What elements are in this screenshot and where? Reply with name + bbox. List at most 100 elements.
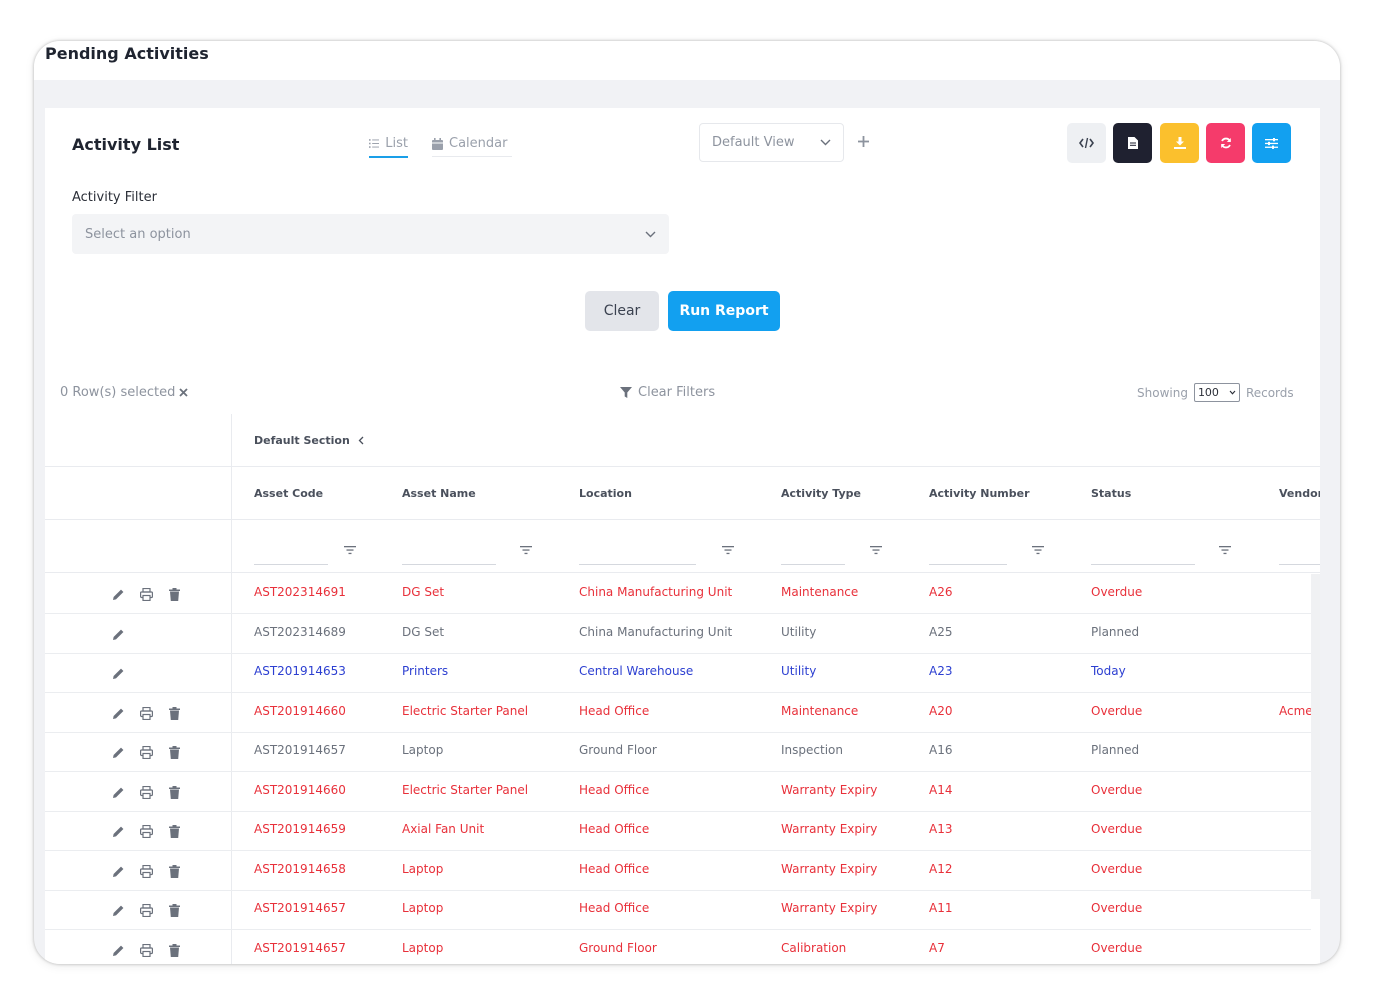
- column-filter-input[interactable]: [579, 564, 696, 565]
- table-row[interactable]: AST202314691 DG Set China Manufacturing Un…: [45, 573, 1311, 614]
- column-header-asset-code[interactable]: Asset Code: [254, 487, 323, 500]
- run-report-button[interactable]: Run Report: [668, 291, 780, 331]
- export-pdf-button[interactable]: [1113, 123, 1152, 163]
- row-divider: [45, 519, 1320, 520]
- delete-icon[interactable]: [169, 744, 182, 759]
- cell-activity-type: Warranty Expiry: [781, 782, 878, 797]
- refresh-button[interactable]: [1206, 123, 1245, 163]
- column-header-vendor[interactable]: Vendor I: [1279, 487, 1320, 500]
- filter-menu-icon[interactable]: [344, 540, 356, 555]
- edit-icon[interactable]: [112, 823, 125, 837]
- add-view-button[interactable]: [853, 130, 873, 154]
- column-header-status[interactable]: Status: [1091, 487, 1131, 500]
- edit-icon[interactable]: [112, 586, 125, 600]
- table-scrollbar[interactable]: [1311, 574, 1320, 899]
- activity-list-card: Activity List List Calendar Default View: [45, 108, 1320, 964]
- table-row[interactable]: AST201914657 Laptop Ground Floor Inspection…: [45, 731, 1311, 772]
- view-select[interactable]: Default View: [699, 123, 844, 162]
- column-filter-input[interactable]: [402, 564, 496, 565]
- print-icon[interactable]: [140, 705, 154, 720]
- edit-icon[interactable]: [112, 705, 125, 719]
- cell-asset-code: AST202314691: [254, 585, 346, 599]
- delete-icon[interactable]: [169, 863, 182, 878]
- document-icon: [1127, 137, 1138, 149]
- edit-icon[interactable]: [112, 744, 125, 758]
- cell-asset-code: AST201914660: [254, 703, 346, 718]
- column-filter-input[interactable]: [1279, 564, 1320, 565]
- column-filter-input[interactable]: [929, 564, 1007, 565]
- cell-location: Head Office: [579, 901, 650, 915]
- table-row[interactable]: AST201914660 Electric Starter Panel Head O…: [45, 771, 1311, 812]
- table-row[interactable]: AST201914653 Printers Central Warehouse Uti…: [45, 652, 1311, 693]
- cell-location: Ground Floor: [579, 743, 657, 757]
- column-header-activity-type[interactable]: Activity Type: [781, 487, 861, 500]
- delete-icon[interactable]: [169, 705, 182, 720]
- cell-location: China Manufacturing Unit: [579, 624, 733, 639]
- table-row[interactable]: AST201914657 Laptop Ground Floor Calibratio…: [45, 929, 1311, 965]
- delete-icon[interactable]: [169, 784, 182, 799]
- print-icon[interactable]: [140, 823, 154, 839]
- cell-asset-name: Axial Fan Unit: [402, 822, 485, 836]
- delete-icon[interactable]: [169, 823, 182, 838]
- edit-icon[interactable]: [112, 784, 125, 798]
- tab-list[interactable]: List: [369, 131, 408, 158]
- print-icon[interactable]: [140, 784, 154, 799]
- table-row[interactable]: AST202314689 DG Set China Manufacturing Un…: [45, 613, 1311, 654]
- table-row[interactable]: AST201914658 Laptop Head Office Warranty Ex…: [45, 850, 1311, 891]
- records-label: Records: [1245, 385, 1294, 400]
- filter-menu-icon[interactable]: [520, 540, 532, 555]
- cell-asset-name: Laptop: [402, 743, 444, 757]
- table-row[interactable]: AST201914657 Laptop Head Office Warranty Ex…: [45, 889, 1311, 930]
- print-icon[interactable]: [140, 902, 154, 918]
- cell-activity-type: Maintenance: [781, 585, 859, 599]
- column-filter-input[interactable]: [254, 564, 328, 565]
- cell-activity-number: A13: [929, 822, 953, 836]
- tab-calendar[interactable]: Calendar: [432, 131, 512, 157]
- cell-asset-code: AST201914659: [254, 822, 346, 836]
- column-header-activity-number[interactable]: Activity Number: [929, 487, 1030, 500]
- filter-menu-icon[interactable]: [722, 540, 734, 555]
- page-size-select[interactable]: 100: [1193, 383, 1240, 402]
- clear-button[interactable]: Clear: [585, 291, 659, 331]
- embed-code-button[interactable]: [1067, 123, 1106, 163]
- column-header-asset-name[interactable]: Asset Name: [402, 487, 476, 500]
- download-button[interactable]: [1160, 123, 1199, 163]
- cell-asset-name: Printers: [402, 664, 449, 678]
- delete-icon[interactable]: [169, 902, 182, 917]
- filter-menu-icon[interactable]: [870, 540, 882, 555]
- column-header-location[interactable]: Location: [579, 487, 632, 500]
- edit-icon[interactable]: [112, 902, 125, 916]
- delete-icon[interactable]: [169, 942, 182, 957]
- column-filter-input[interactable]: [781, 564, 845, 565]
- edit-icon[interactable]: [112, 863, 125, 877]
- cell-asset-code: AST201914657: [254, 901, 346, 915]
- edit-icon[interactable]: [112, 942, 125, 956]
- edit-icon[interactable]: [112, 626, 125, 640]
- column-filter-input[interactable]: [1091, 564, 1195, 565]
- edit-icon[interactable]: [112, 665, 125, 679]
- cell-activity-number: A20: [929, 703, 953, 718]
- page-title: Pending Activities: [45, 44, 209, 63]
- section-label: Default Section: [254, 434, 350, 447]
- cell-asset-name: Electric Starter Panel: [402, 703, 529, 718]
- cell-asset-code: AST201914658: [254, 861, 346, 876]
- rows-selected-text: 0 Row(s) selected: [60, 385, 176, 400]
- close-icon[interactable]: [179, 388, 189, 397]
- print-icon[interactable]: [140, 942, 154, 957]
- cell-activity-type: Calibration: [781, 940, 847, 955]
- print-icon[interactable]: [140, 863, 154, 878]
- activity-filter-select[interactable]: Select an option: [72, 214, 669, 254]
- section-header[interactable]: Default Section: [254, 434, 364, 447]
- table-row[interactable]: AST201914660 Electric Starter Panel Head O…: [45, 692, 1313, 733]
- filter-menu-icon[interactable]: [1032, 540, 1044, 555]
- cell-asset-name: Laptop: [402, 861, 444, 876]
- clear-filters-button[interactable]: Clear Filters: [620, 385, 715, 400]
- cell-activity-type: Utility: [781, 664, 817, 678]
- column-settings-button[interactable]: [1252, 123, 1291, 163]
- table-row[interactable]: AST201914659 Axial Fan Unit Head Office War…: [45, 810, 1311, 851]
- delete-icon[interactable]: [169, 586, 182, 601]
- print-icon[interactable]: [140, 586, 154, 602]
- print-icon[interactable]: [140, 744, 154, 760]
- filter-menu-icon[interactable]: [1219, 540, 1231, 555]
- cell-status: Today: [1091, 664, 1126, 678]
